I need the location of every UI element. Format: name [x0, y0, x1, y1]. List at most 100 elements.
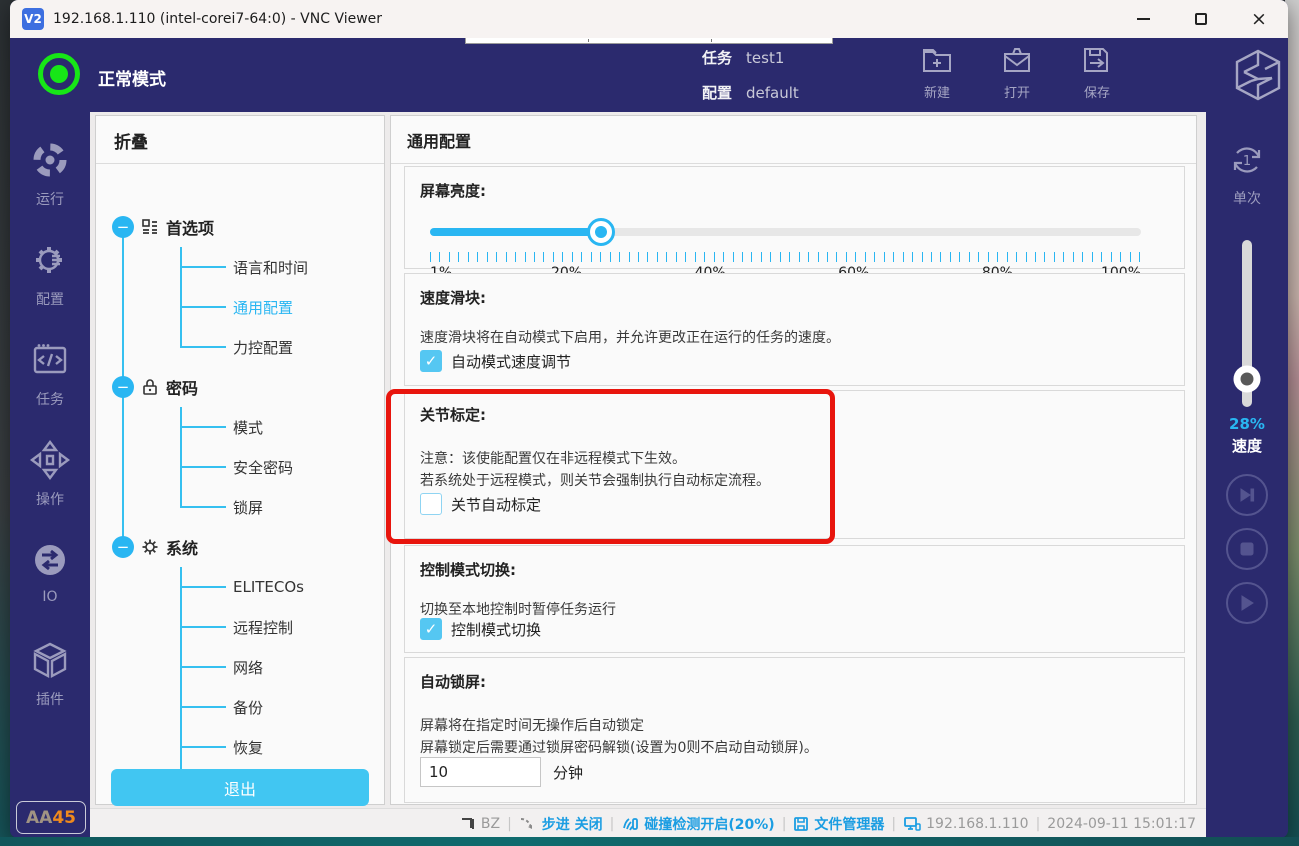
file-manager-button[interactable]: 文件管理器	[793, 814, 884, 834]
auto-speed-checkbox-row: 自动模式速度调节	[420, 350, 571, 372]
sidebar-item-label: 插件	[36, 689, 64, 709]
lock-timeout-input[interactable]	[420, 757, 541, 787]
auto-speed-checkbox[interactable]	[420, 350, 442, 372]
control-mode-checkbox[interactable]	[420, 618, 442, 640]
description-line: 屏幕锁定后需要通过锁屏密码解锁(设置为0则不启动自动锁屏)。	[420, 737, 1169, 759]
tree-item-remote-control[interactable]: 远程控制	[96, 607, 384, 647]
minimize-button[interactable]	[1114, 0, 1172, 38]
tree-item-elitecos[interactable]: ELITECOs	[96, 567, 384, 607]
slider-track[interactable]	[430, 228, 1141, 236]
tree-node-system[interactable]: − 系统	[96, 527, 384, 567]
bz-status[interactable]: BZ	[460, 816, 500, 832]
brightness-slider	[420, 218, 1169, 246]
section-auto-lock: 自动锁屏: 屏幕将在指定时间无操作后自动锁定 屏幕锁定后需要通过锁屏密码解锁(设…	[404, 657, 1185, 803]
tree-item-restore[interactable]: 恢复	[96, 727, 384, 767]
tree-item-mode[interactable]: 模式	[96, 407, 384, 447]
sidebar-item-label: 配置	[36, 289, 64, 309]
step-mode-status[interactable]: 步进 关闭	[519, 814, 603, 834]
maximize-button[interactable]	[1172, 0, 1230, 38]
tree-item-lock-screen[interactable]: 锁屏	[96, 487, 384, 527]
speed-slider-track[interactable]	[1242, 240, 1252, 407]
org-chart-icon	[141, 218, 159, 236]
open-task-label: 打开	[1004, 82, 1030, 101]
sidebar-item-label: 运行	[36, 189, 64, 209]
section-label: 关节标定:	[420, 404, 1169, 425]
svg-text:1: 1	[1243, 154, 1251, 169]
tree-item-language-time[interactable]: 语言和时间	[96, 247, 384, 287]
app-header: 正常模式 任务 test1 配置 default 新建 打开	[10, 38, 1288, 112]
section-label: 屏幕亮度:	[420, 180, 1169, 201]
gear-small-icon	[141, 538, 159, 556]
tree-item-force-config[interactable]: 力控配置	[96, 327, 384, 367]
config-value: default	[746, 84, 799, 102]
desktop: V2 192.168.1.110 (intel-corei7-64:0) - V…	[0, 0, 1299, 846]
sidebar-item-io[interactable]: IO	[10, 540, 90, 605]
content-area: 折叠	[90, 112, 1206, 838]
step-next-button[interactable]	[1226, 474, 1268, 516]
collapse-minus-icon[interactable]: −	[112, 376, 134, 398]
monitor-icon	[903, 816, 921, 832]
open-task-button[interactable]: 打开	[985, 46, 1049, 101]
section-description: 速度滑块将在自动模式下启用，并允许更改正在运行的任务的速度。	[420, 327, 1169, 349]
sidebar-item-config[interactable]: 配置	[10, 240, 90, 309]
tree-node-password[interactable]: − 密码	[96, 367, 384, 407]
gear-icon	[30, 240, 70, 284]
task-label: 任务	[702, 47, 732, 68]
elite-robot-logo-icon	[1232, 48, 1284, 106]
sidebar-item-operate[interactable]: 操作	[10, 440, 90, 509]
save-task-button[interactable]: 保存	[1065, 46, 1129, 101]
tree-node-label: 首选项	[166, 215, 214, 239]
tree-item-safety-password[interactable]: 安全密码	[96, 447, 384, 487]
vnc-toolbar-collapsed-tab[interactable]	[465, 38, 833, 44]
badge-prefix: AA	[26, 808, 52, 828]
robot-model-badge[interactable]: AA45	[16, 801, 86, 834]
bz-label: BZ	[481, 816, 500, 832]
page-title: 通用配置	[391, 116, 1196, 152]
control-mode-checkbox-row: 控制模式切换	[420, 618, 541, 640]
collapse-minus-icon[interactable]: −	[112, 216, 134, 238]
tree-item-general-config[interactable]: 通用配置	[96, 287, 384, 327]
description-line: 屏幕将在指定时间无操作后自动锁定	[420, 715, 1169, 737]
collapse-minus-icon[interactable]: −	[112, 536, 134, 558]
tree-item-backup[interactable]: 备份	[96, 687, 384, 727]
slider-handle[interactable]	[587, 218, 615, 246]
separator: |	[782, 816, 787, 832]
settings-tree-panel: 折叠	[95, 115, 385, 805]
tree-collapse-title[interactable]: 折叠	[96, 116, 384, 153]
minimize-icon	[1137, 18, 1150, 20]
status-indicator	[38, 53, 80, 95]
save-task-label: 保存	[1084, 82, 1110, 101]
single-run-button[interactable]: 1 单次	[1206, 140, 1288, 208]
section-joint-calibration: 关节标定: 注意：该使能配置仅在非远程模式下生效。 若系统处于远程模式，则关节会…	[404, 390, 1185, 539]
save-icon	[1082, 46, 1112, 78]
collision-detect-status[interactable]: 碰撞检测开启(20%)	[621, 814, 774, 834]
run-target-icon	[30, 140, 70, 184]
tree-node-preferences[interactable]: − 首选项	[96, 207, 384, 247]
brightness-ticks	[430, 252, 1141, 262]
sidebar-item-plugin[interactable]: 插件	[10, 640, 90, 709]
tree-node-label: 密码	[166, 375, 198, 399]
stop-button[interactable]	[1226, 528, 1268, 570]
joint-auto-calibration-checkbox[interactable]	[420, 493, 442, 515]
datetime: 2024-09-11 15:01:17	[1047, 816, 1196, 832]
tree-item-network[interactable]: 网络	[96, 647, 384, 687]
collision-icon	[621, 815, 639, 833]
play-button[interactable]	[1226, 582, 1268, 624]
close-icon: ×	[1251, 10, 1267, 29]
unit-label: 分钟	[553, 762, 583, 783]
exit-button[interactable]: 退出	[111, 769, 369, 806]
sidebar-item-run[interactable]: 运行	[10, 140, 90, 209]
tree-node-label: 系统	[166, 535, 198, 559]
new-task-label: 新建	[924, 82, 950, 101]
speed-slider-handle[interactable]	[1234, 365, 1261, 392]
close-button[interactable]: ×	[1230, 0, 1288, 38]
new-task-button[interactable]: 新建	[905, 46, 969, 101]
sidebar-item-task[interactable]: 任务	[10, 340, 90, 409]
section-label: 控制模式切换:	[420, 559, 1169, 580]
tree-item-label-selected: 通用配置	[233, 297, 293, 318]
step-next-icon	[1238, 487, 1256, 503]
task-field: 任务 test1	[702, 47, 784, 68]
step-arrow-icon	[519, 816, 537, 832]
file-manager-label: 文件管理器	[814, 814, 884, 834]
config-field: 配置 default	[702, 82, 799, 103]
